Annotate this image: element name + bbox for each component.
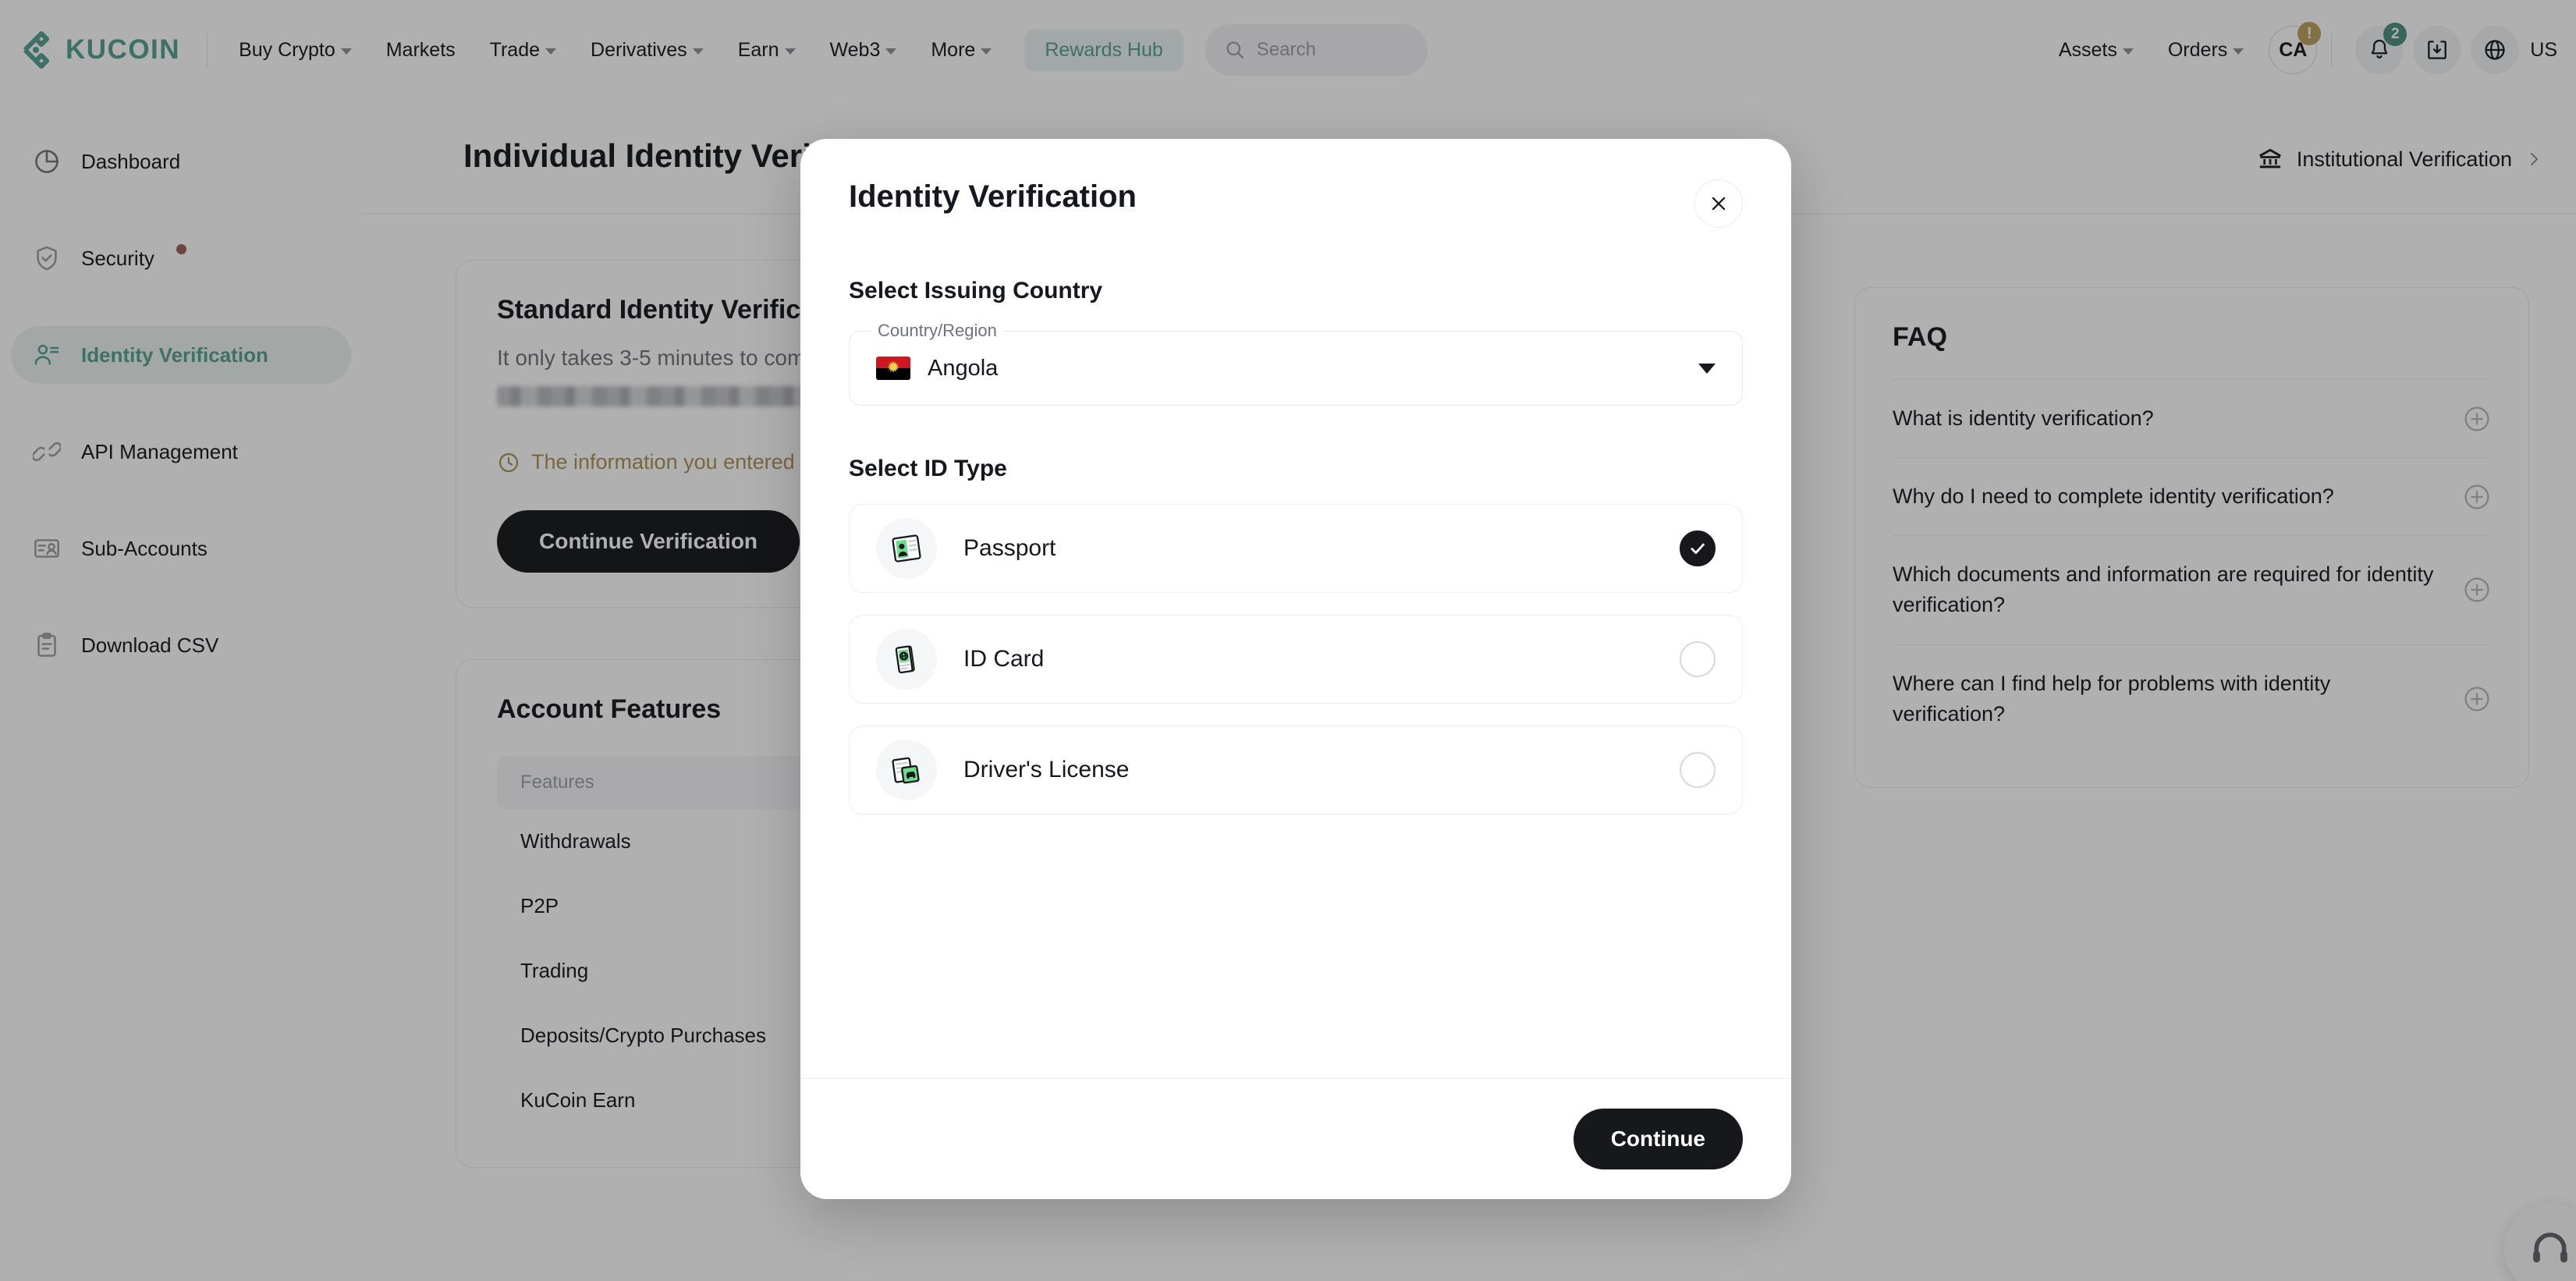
check-icon (1687, 538, 1708, 559)
radio-selected[interactable] (1680, 530, 1716, 566)
id-card-icon (876, 629, 937, 690)
app-root: KUCOIN Buy Crypto Markets Trade Derivati… (0, 0, 2576, 1281)
identity-verification-modal: Identity Verification Select Issuing Cou… (800, 139, 1791, 1199)
modal-footer: Continue (800, 1078, 1791, 1199)
close-icon (1708, 193, 1729, 214)
country-region-select[interactable]: Country/Region Angola (849, 331, 1743, 406)
id-type-option-passport[interactable]: Passport (849, 504, 1743, 593)
drivers-license-icon (876, 740, 937, 800)
id-type-label: ID Card (963, 646, 1044, 672)
select-issuing-country-heading: Select Issuing Country (849, 278, 1743, 304)
chevron-down-icon (1698, 364, 1716, 374)
close-button[interactable] (1694, 179, 1743, 228)
id-type-label: Driver's License (963, 757, 1129, 783)
radio-unselected[interactable] (1680, 752, 1716, 788)
id-type-label: Passport (963, 535, 1056, 562)
country-region-value: Angola (928, 356, 998, 381)
select-id-type-heading: Select ID Type (849, 456, 1743, 482)
id-type-option-drivers-license[interactable]: Driver's License (849, 726, 1743, 814)
angola-flag-icon (876, 357, 910, 380)
radio-unselected[interactable] (1680, 641, 1716, 677)
modal-header: Identity Verification (800, 139, 1791, 228)
continue-button[interactable]: Continue (1574, 1109, 1743, 1169)
id-type-option-id-card[interactable]: ID Card (849, 615, 1743, 704)
passport-icon (876, 518, 937, 579)
country-region-legend: Country/Region (871, 321, 1003, 341)
modal-body: Select Issuing Country Country/Region An… (800, 228, 1791, 1078)
modal-title: Identity Verification (849, 179, 1137, 215)
